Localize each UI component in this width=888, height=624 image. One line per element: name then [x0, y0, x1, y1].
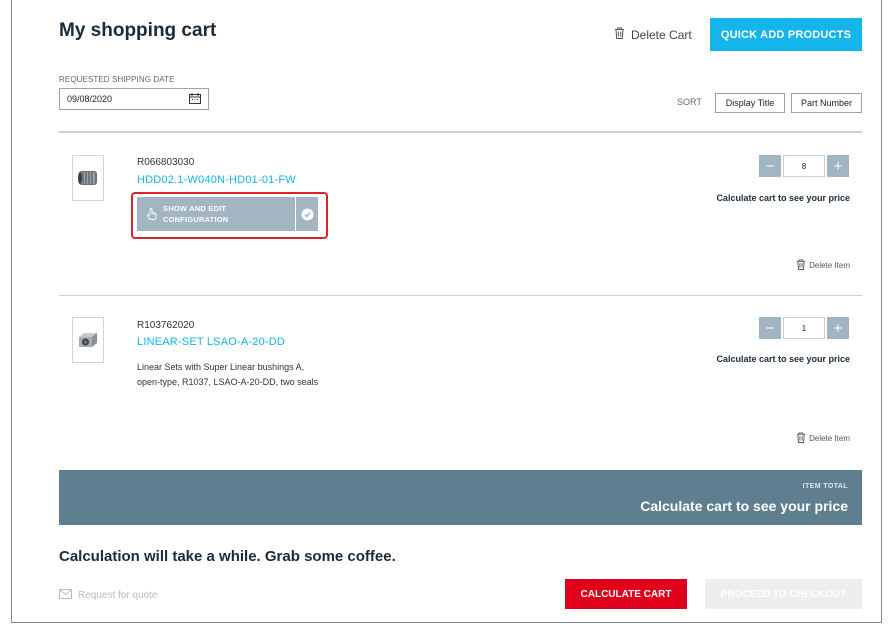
increase-quantity-button[interactable]: +: [827, 155, 849, 177]
linear-set-image: [79, 333, 97, 347]
quantity-input[interactable]: 1: [783, 317, 825, 339]
price-message: Calculate cart to see your price: [716, 193, 850, 203]
product-thumbnail[interactable]: [72, 317, 104, 363]
calculate-cart-button[interactable]: CALCULATE CART: [565, 579, 687, 609]
divider: [59, 295, 862, 296]
sort-label: SORT: [677, 97, 702, 107]
calculation-notice: Calculation will take a while. Grab some…: [59, 548, 396, 565]
product-name-link[interactable]: HDD02.1-W040N-HD01-01-FW: [137, 174, 296, 186]
delete-item-button[interactable]: Delete Item: [796, 259, 850, 272]
delete-item-label: Delete Item: [809, 261, 850, 270]
increase-quantity-button[interactable]: +: [827, 317, 849, 339]
part-number: R103762020: [137, 320, 195, 331]
part-number: R066803030: [137, 157, 195, 168]
item-total-bar: ITEM TOTAL Calculate cart to see your pr…: [59, 470, 862, 525]
delete-item-button[interactable]: Delete Item: [796, 432, 850, 445]
quantity-stepper[interactable]: − 1 +: [759, 317, 849, 339]
decrease-quantity-button[interactable]: −: [759, 155, 781, 177]
sort-part-number-button[interactable]: Part Number: [791, 93, 862, 113]
quantity-input[interactable]: 8: [783, 155, 825, 177]
trash-icon: [796, 259, 806, 272]
sort-display-title-button[interactable]: Display Title: [715, 93, 785, 113]
delete-cart-button[interactable]: Delete Cart: [614, 27, 692, 42]
envelope-icon: [59, 589, 72, 602]
proceed-to-checkout-button[interactable]: PROCEED TO CHECKOUT: [705, 579, 862, 609]
linear-bushing-image: [78, 171, 97, 185]
item-total-value: Calculate cart to see your price: [640, 498, 848, 514]
trash-icon: [614, 27, 625, 42]
trash-icon: [796, 432, 806, 445]
quick-add-products-button[interactable]: QUICK ADD PRODUCTS: [710, 18, 862, 51]
page-title: My shopping cart: [59, 20, 217, 41]
price-message: Calculate cart to see your price: [716, 354, 850, 364]
delete-item-label: Delete Item: [809, 434, 850, 443]
highlight-annotation: [131, 192, 328, 239]
divider: [59, 131, 862, 133]
request-for-quote-label: Request for quote: [78, 590, 158, 601]
item-total-label: ITEM TOTAL: [802, 483, 848, 490]
quantity-stepper[interactable]: − 8 +: [759, 155, 849, 177]
product-name-link[interactable]: LINEAR-SET LSAO-A-20-DD: [137, 336, 285, 348]
shipping-date-input[interactable]: 09/08/2020: [59, 88, 209, 110]
decrease-quantity-button[interactable]: −: [759, 317, 781, 339]
delete-cart-label: Delete Cart: [631, 27, 692, 42]
product-description: Linear Sets with Super Linear bushings A…: [137, 362, 319, 387]
shipping-date-label: REQUESTED SHIPPING DATE: [59, 75, 175, 84]
calendar-icon[interactable]: [189, 92, 201, 106]
shipping-date-value: 09/08/2020: [67, 94, 113, 104]
product-thumbnail[interactable]: [72, 155, 104, 201]
request-for-quote-link[interactable]: Request for quote: [59, 589, 158, 602]
